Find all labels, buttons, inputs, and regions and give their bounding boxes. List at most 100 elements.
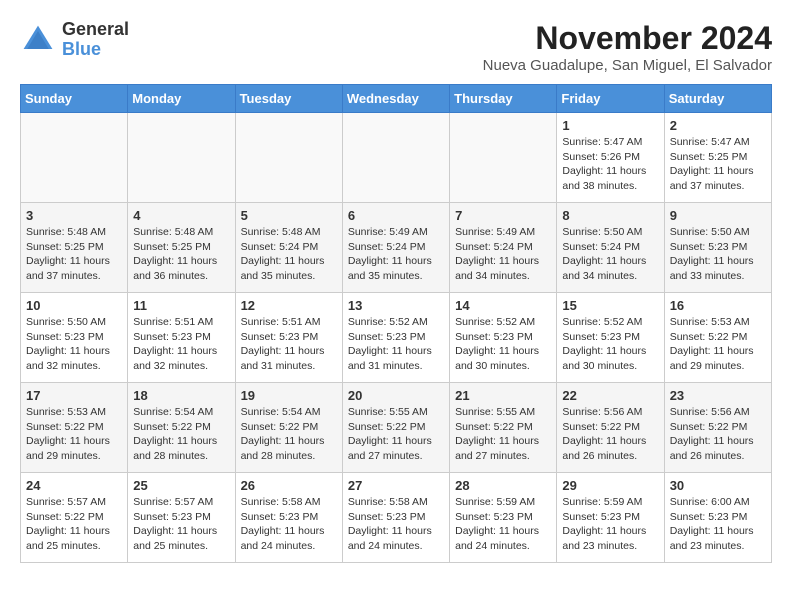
column-header-sunday: Sunday: [21, 85, 128, 113]
week-row-2: 3 Sunrise: 5:48 AM Sunset: 5:25 PM Daylig…: [21, 203, 772, 293]
day-info: Sunrise: 5:50 AM Sunset: 5:24 PM Dayligh…: [562, 225, 658, 284]
day-info: Sunrise: 5:47 AM Sunset: 5:25 PM Dayligh…: [670, 135, 766, 194]
logo: General Blue: [20, 20, 129, 60]
day-number: 24: [26, 478, 122, 493]
day-info: Sunrise: 5:49 AM Sunset: 5:24 PM Dayligh…: [455, 225, 551, 284]
day-number: 16: [670, 298, 766, 313]
month-year: November 2024: [483, 20, 772, 57]
calendar-cell: 5Sunrise: 5:48 AM Sunset: 5:24 PM Daylig…: [235, 203, 342, 293]
day-info: Sunrise: 5:48 AM Sunset: 5:24 PM Dayligh…: [241, 225, 337, 284]
day-info: Sunrise: 5:54 AM Sunset: 5:22 PM Dayligh…: [133, 405, 229, 464]
calendar-cell: [21, 113, 128, 203]
calendar-cell: 15Sunrise: 5:52 AM Sunset: 5:23 PM Dayli…: [557, 293, 664, 383]
calendar-cell: 4 Sunrise: 5:48 AM Sunset: 5:25 PM Daylig…: [128, 203, 235, 293]
calendar-cell: 27 Sunrise: 5:58 AM Sunset: 5:23 PM Dayli…: [342, 473, 449, 563]
calendar-cell: 20Sunrise: 5:55 AM Sunset: 5:22 PM Dayli…: [342, 383, 449, 473]
day-info: Sunrise: 5:58 AM Sunset: 5:23 PM Dayligh…: [241, 495, 337, 554]
day-number: 6: [348, 208, 444, 223]
day-info: Sunrise: 5:56 AM Sunset: 5:22 PM Dayligh…: [562, 405, 658, 464]
day-info: Sunrise: 5:59 AM Sunset: 5:23 PM Dayligh…: [562, 495, 658, 554]
day-info: Sunrise: 5:56 AM Sunset: 5:22 PM Dayligh…: [670, 405, 766, 464]
day-number: 29: [562, 478, 658, 493]
calendar-cell: 16 Sunrise: 5:53 AM Sunset: 5:22 PM Dayli…: [664, 293, 771, 383]
day-info: Sunrise: 5:48 AM Sunset: 5:25 PM Dayligh…: [133, 225, 229, 284]
calendar-cell: 29 Sunrise: 5:59 AM Sunset: 5:23 PM Dayli…: [557, 473, 664, 563]
day-number: 30: [670, 478, 766, 493]
day-info: Sunrise: 5:57 AM Sunset: 5:23 PM Dayligh…: [133, 495, 229, 554]
column-header-thursday: Thursday: [450, 85, 557, 113]
calendar-cell: 25 Sunrise: 5:57 AM Sunset: 5:23 PM Dayli…: [128, 473, 235, 563]
day-number: 23: [670, 388, 766, 403]
location: Nueva Guadalupe, San Miguel, El Salvador: [483, 57, 772, 74]
calendar-cell: 10Sunrise: 5:50 AM Sunset: 5:23 PM Dayli…: [21, 293, 128, 383]
week-row-4: 17Sunrise: 5:53 AM Sunset: 5:22 PM Dayli…: [21, 383, 772, 473]
day-info: Sunrise: 5:52 AM Sunset: 5:23 PM Dayligh…: [455, 315, 551, 374]
calendar-cell: 3 Sunrise: 5:48 AM Sunset: 5:25 PM Daylig…: [21, 203, 128, 293]
day-info: Sunrise: 6:00 AM Sunset: 5:23 PM Dayligh…: [670, 495, 766, 554]
calendar-cell: 24 Sunrise: 5:57 AM Sunset: 5:22 PM Dayli…: [21, 473, 128, 563]
calendar-cell: 13 Sunrise: 5:52 AM Sunset: 5:23 PM Dayli…: [342, 293, 449, 383]
day-info: Sunrise: 5:54 AM Sunset: 5:22 PM Dayligh…: [241, 405, 337, 464]
column-header-wednesday: Wednesday: [342, 85, 449, 113]
day-number: 1: [562, 118, 658, 133]
calendar-cell: [450, 113, 557, 203]
day-number: 3: [26, 208, 122, 223]
day-number: 20: [348, 388, 444, 403]
calendar-cell: 14 Sunrise: 5:52 AM Sunset: 5:23 PM Dayli…: [450, 293, 557, 383]
day-info: Sunrise: 5:48 AM Sunset: 5:25 PM Dayligh…: [26, 225, 122, 284]
day-number: 9: [670, 208, 766, 223]
day-info: Sunrise: 5:52 AM Sunset: 5:23 PM Dayligh…: [562, 315, 658, 374]
day-number: 2: [670, 118, 766, 133]
day-number: 27: [348, 478, 444, 493]
day-number: 19: [241, 388, 337, 403]
day-number: 18: [133, 388, 229, 403]
day-number: 17: [26, 388, 122, 403]
calendar-cell: 2 Sunrise: 5:47 AM Sunset: 5:25 PM Daylig…: [664, 113, 771, 203]
calendar-cell: 19 Sunrise: 5:54 AM Sunset: 5:22 PM Dayli…: [235, 383, 342, 473]
day-number: 11: [133, 298, 229, 313]
day-number: 13: [348, 298, 444, 313]
column-header-friday: Friday: [557, 85, 664, 113]
day-number: 14: [455, 298, 551, 313]
calendar-table: SundayMondayTuesdayWednesdayThursdayFrid…: [20, 84, 772, 563]
day-info: Sunrise: 5:57 AM Sunset: 5:22 PM Dayligh…: [26, 495, 122, 554]
day-info: Sunrise: 5:51 AM Sunset: 5:23 PM Dayligh…: [241, 315, 337, 374]
day-number: 10: [26, 298, 122, 313]
day-number: 26: [241, 478, 337, 493]
column-header-saturday: Saturday: [664, 85, 771, 113]
calendar-cell: 26 Sunrise: 5:58 AM Sunset: 5:23 PM Dayli…: [235, 473, 342, 563]
calendar-cell: 12 Sunrise: 5:51 AM Sunset: 5:23 PM Dayli…: [235, 293, 342, 383]
calendar-cell: [128, 113, 235, 203]
day-info: Sunrise: 5:47 AM Sunset: 5:26 PM Dayligh…: [562, 135, 658, 194]
calendar-cell: 23 Sunrise: 5:56 AM Sunset: 5:22 PM Dayli…: [664, 383, 771, 473]
day-info: Sunrise: 5:59 AM Sunset: 5:23 PM Dayligh…: [455, 495, 551, 554]
calendar-cell: 17Sunrise: 5:53 AM Sunset: 5:22 PM Dayli…: [21, 383, 128, 473]
day-info: Sunrise: 5:55 AM Sunset: 5:22 PM Dayligh…: [455, 405, 551, 464]
calendar-cell: 6 Sunrise: 5:49 AM Sunset: 5:24 PM Daylig…: [342, 203, 449, 293]
calendar-cell: 9Sunrise: 5:50 AM Sunset: 5:23 PM Daylig…: [664, 203, 771, 293]
calendar-cell: 7Sunrise: 5:49 AM Sunset: 5:24 PM Daylig…: [450, 203, 557, 293]
day-number: 28: [455, 478, 551, 493]
day-info: Sunrise: 5:52 AM Sunset: 5:23 PM Dayligh…: [348, 315, 444, 374]
calendar-cell: 18 Sunrise: 5:54 AM Sunset: 5:22 PM Dayli…: [128, 383, 235, 473]
day-number: 12: [241, 298, 337, 313]
day-info: Sunrise: 5:49 AM Sunset: 5:24 PM Dayligh…: [348, 225, 444, 284]
day-info: Sunrise: 5:58 AM Sunset: 5:23 PM Dayligh…: [348, 495, 444, 554]
calendar-cell: 28 Sunrise: 5:59 AM Sunset: 5:23 PM Dayli…: [450, 473, 557, 563]
calendar-cell: 11Sunrise: 5:51 AM Sunset: 5:23 PM Dayli…: [128, 293, 235, 383]
page-header: General Blue November 2024 Nueva Guadalu…: [20, 20, 772, 74]
calendar-cell: 21Sunrise: 5:55 AM Sunset: 5:22 PM Dayli…: [450, 383, 557, 473]
calendar-cell: 30 Sunrise: 6:00 AM Sunset: 5:23 PM Dayli…: [664, 473, 771, 563]
calendar-cell: 1 Sunrise: 5:47 AM Sunset: 5:26 PM Daylig…: [557, 113, 664, 203]
day-number: 25: [133, 478, 229, 493]
day-info: Sunrise: 5:53 AM Sunset: 5:22 PM Dayligh…: [670, 315, 766, 374]
logo-text: General Blue: [62, 20, 129, 60]
day-number: 4: [133, 208, 229, 223]
week-row-1: 1 Sunrise: 5:47 AM Sunset: 5:26 PM Daylig…: [21, 113, 772, 203]
logo-icon: [20, 22, 56, 58]
calendar-cell: 22 Sunrise: 5:56 AM Sunset: 5:22 PM Dayli…: [557, 383, 664, 473]
week-row-3: 10Sunrise: 5:50 AM Sunset: 5:23 PM Dayli…: [21, 293, 772, 383]
day-number: 22: [562, 388, 658, 403]
calendar-cell: [342, 113, 449, 203]
calendar-cell: 8Sunrise: 5:50 AM Sunset: 5:24 PM Daylig…: [557, 203, 664, 293]
